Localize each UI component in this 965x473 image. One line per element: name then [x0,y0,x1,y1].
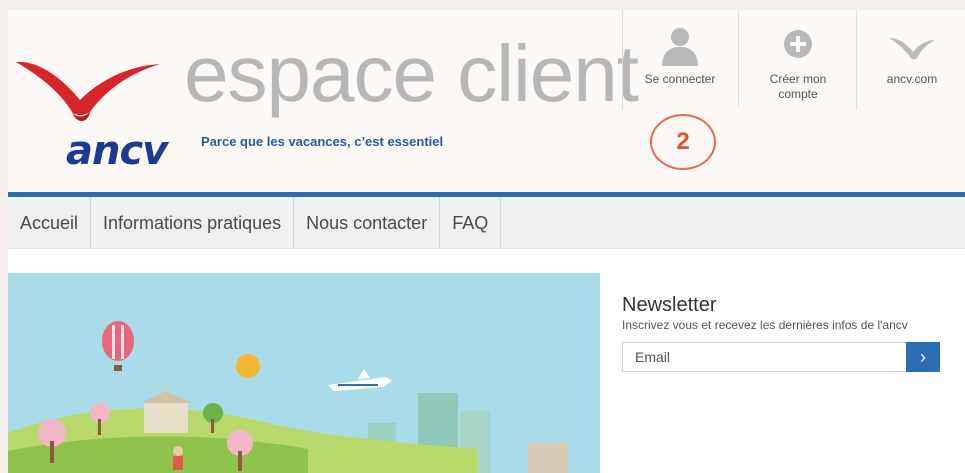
logo-text: ancv [66,128,168,174]
login-link[interactable]: Se connecter [628,26,732,87]
newsletter-section: Newsletter Inscrivez vous et recevez les… [622,294,942,372]
nav-item-nous-contacter[interactable]: Nous contacter [294,197,441,248]
nav-item-informations-pratiques[interactable]: Informations pratiques [91,197,295,248]
ancv-com-link[interactable]: ancv.com [870,26,954,87]
create-account-link[interactable]: Créer mon compte [746,26,850,102]
ancv-com-label: ancv.com [886,72,938,86]
nav-item-faq[interactable]: FAQ [440,197,502,248]
login-label: Se connecter [644,72,716,86]
email-input[interactable] [622,342,906,372]
create-account-label: Créer mon compte [769,72,827,101]
plus-circle-icon [784,30,812,58]
newsletter-title: Newsletter [622,294,717,316]
main-nav: Accueil Informations pratiques Nous cont… [8,197,965,249]
bird-icon [889,38,935,60]
newsletter-submit-button[interactable]: › [906,342,940,372]
header-divider [622,10,623,110]
vacation-landscape-illustration [8,273,600,473]
newsletter-form: › [622,342,940,372]
brand-title: espace client [184,29,639,118]
newsletter-description: Inscrivez vous et recevez les dernières … [622,318,908,332]
hero-illustration [8,273,600,473]
page: ancv espace client Parce que les vacance… [8,10,965,473]
bird-logo-icon [16,61,160,121]
ancv-logo[interactable]: ancv [10,40,180,174]
header-divider [856,10,857,110]
header-divider [738,10,739,106]
site-header: ancv espace client Parce que les vacance… [8,10,965,192]
nav-item-accueil[interactable]: Accueil [8,197,92,248]
tagline: Parce que les vacances, c’est essentiel [201,134,444,149]
step-badge: 2 [650,114,716,170]
user-icon [662,28,698,66]
